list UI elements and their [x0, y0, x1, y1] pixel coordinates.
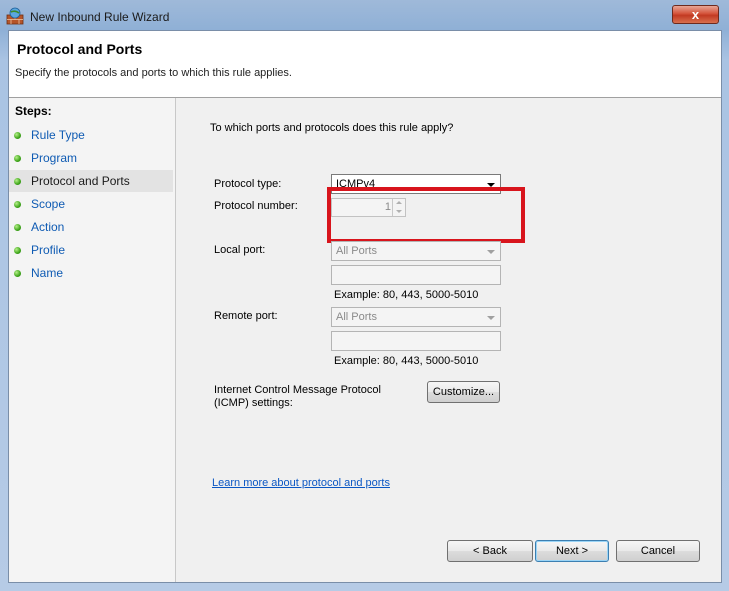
back-button[interactable]: < Back — [447, 540, 533, 562]
step-status-icon — [14, 178, 21, 185]
close-button[interactable]: x — [672, 5, 719, 24]
icmp-label-line2: (ICMP) settings: — [214, 397, 293, 409]
step-rule-type[interactable]: Rule Type — [9, 124, 173, 146]
wizard-client-area: Protocol and Ports Specify the protocols… — [8, 30, 722, 583]
wizard-header: Protocol and Ports Specify the protocols… — [9, 31, 721, 98]
step-label: Protocol and Ports — [31, 174, 130, 188]
step-label: Action — [31, 220, 65, 234]
remote-port-input[interactable] — [331, 331, 501, 351]
step-profile[interactable]: Profile — [9, 239, 173, 261]
protocol-type-label: Protocol type: — [214, 178, 282, 190]
local-port-value: All Ports — [336, 245, 377, 257]
step-status-icon — [14, 247, 21, 254]
step-label: Program — [31, 151, 78, 165]
close-icon: x — [691, 7, 700, 22]
learn-more-link[interactable]: Learn more about protocol and ports — [212, 477, 390, 489]
chevron-down-icon — [487, 316, 495, 320]
page-title: Protocol and Ports — [17, 41, 143, 57]
local-port-input[interactable] — [331, 265, 501, 285]
local-port-dropdown[interactable]: All Ports — [331, 241, 501, 261]
chevron-down-icon — [487, 250, 495, 254]
title-bar[interactable]: New Inbound Rule Wizard x — [0, 0, 729, 34]
cancel-button[interactable]: Cancel — [616, 540, 700, 562]
step-label: Profile — [31, 243, 66, 257]
steps-heading: Steps: — [15, 104, 52, 118]
icmp-label-line1: Internet Control Message Protocol — [214, 384, 381, 396]
window-title: New Inbound Rule Wizard — [30, 10, 170, 24]
protocol-number-label: Protocol number: — [214, 200, 298, 212]
step-status-icon — [14, 201, 21, 208]
red-highlight-box — [327, 187, 525, 243]
remote-port-example: Example: 80, 443, 5000-5010 — [334, 355, 479, 367]
firewall-app-icon — [6, 7, 24, 25]
step-action[interactable]: Action — [9, 216, 173, 238]
customize-button[interactable]: Customize... — [427, 381, 500, 403]
remote-port-label: Remote port: — [214, 310, 278, 322]
remote-port-dropdown[interactable]: All Ports — [331, 307, 501, 327]
step-label: Rule Type — [31, 128, 85, 142]
wizard-window: New Inbound Rule Wizard x Protocol and P… — [0, 0, 729, 591]
step-status-icon — [14, 224, 21, 231]
step-status-icon — [14, 132, 21, 139]
remote-port-value: All Ports — [336, 311, 377, 323]
step-status-icon — [14, 155, 21, 162]
step-label: Scope — [31, 197, 66, 211]
step-protocol-and-ports[interactable]: Protocol and Ports — [9, 170, 173, 192]
steps-panel: Steps: Rule Type Program Protocol and Po… — [9, 98, 176, 582]
page-subtitle: Specify the protocols and ports to which… — [15, 67, 292, 79]
main-panel: To which ports and protocols does this r… — [176, 98, 721, 582]
next-button[interactable]: Next > — [535, 540, 609, 562]
local-port-label: Local port: — [214, 244, 266, 256]
local-port-example: Example: 80, 443, 5000-5010 — [334, 289, 479, 301]
step-scope[interactable]: Scope — [9, 193, 173, 215]
step-label: Name — [31, 266, 64, 280]
step-status-icon — [14, 270, 21, 277]
question-text: To which ports and protocols does this r… — [210, 122, 454, 134]
step-name[interactable]: Name — [9, 262, 173, 284]
step-program[interactable]: Program — [9, 147, 173, 169]
